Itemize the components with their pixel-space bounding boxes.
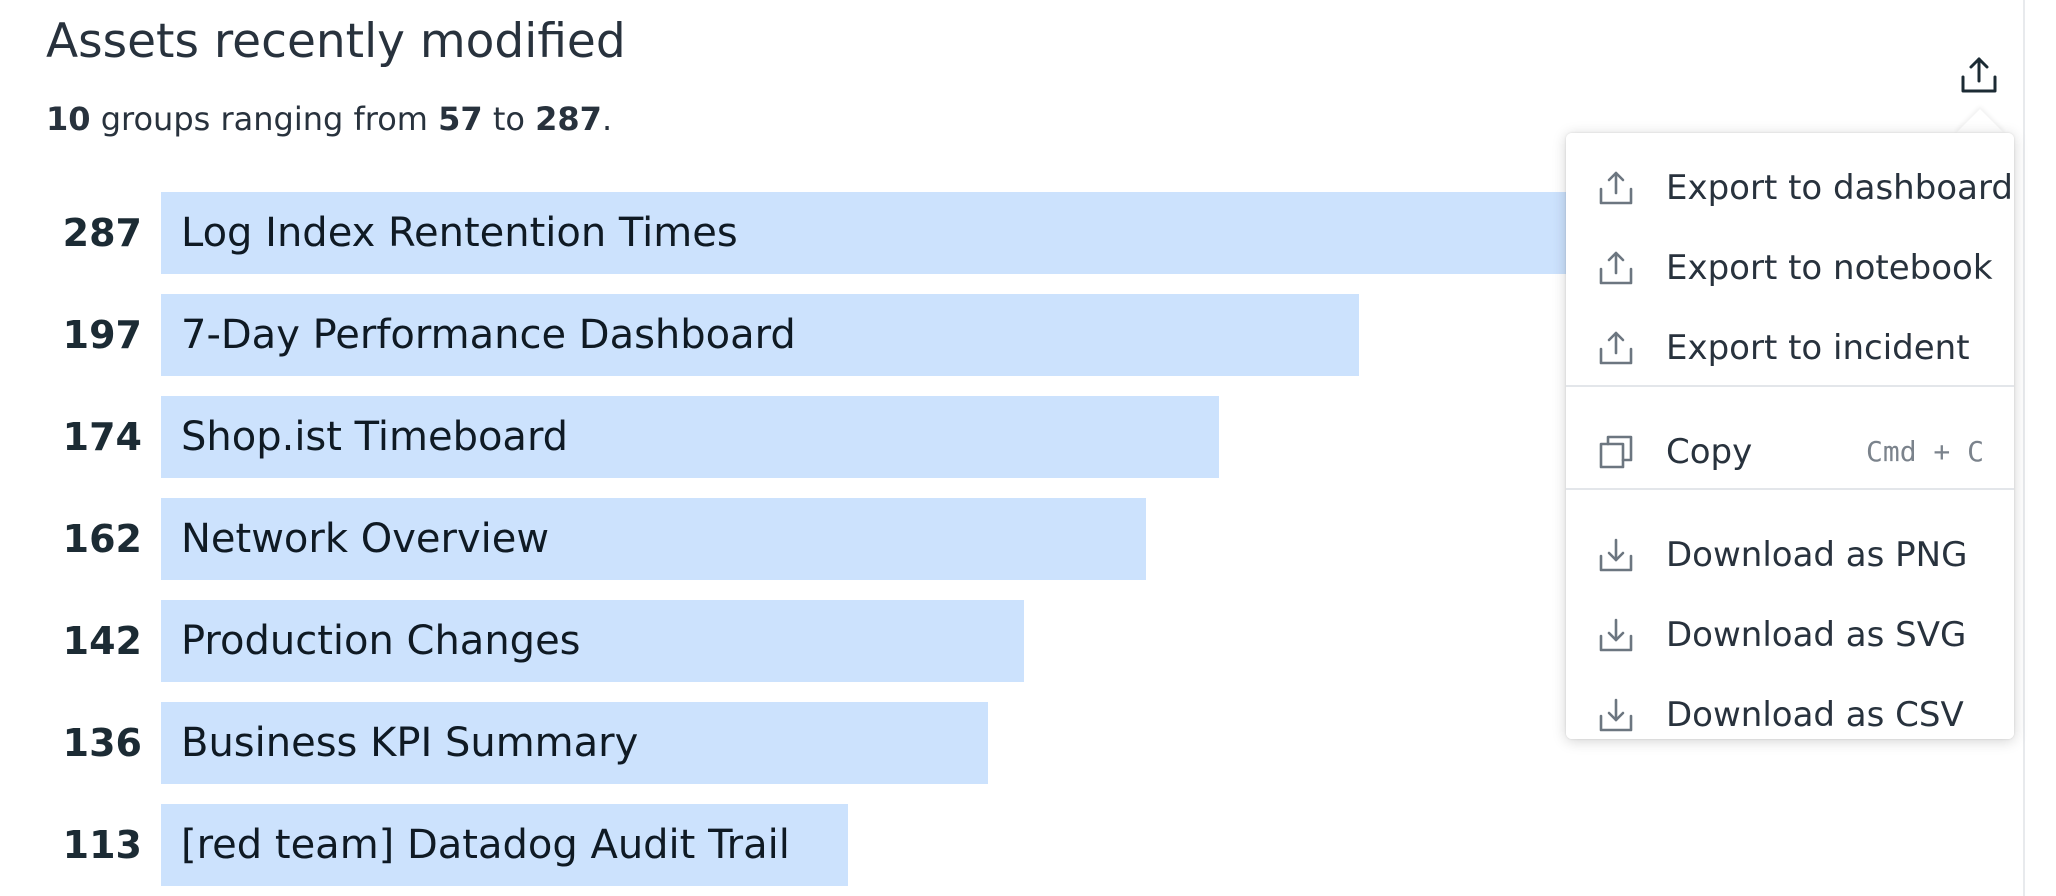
export-menu-list: Export to dashboard Export to notebook Exp…: [1566, 133, 2014, 739]
export-icon: [1599, 251, 1633, 285]
menu-item-download-as-png[interactable]: Download as PNG: [1566, 515, 2014, 595]
widget-title: Assets recently modified: [46, 14, 626, 69]
menu-item-copy[interactable]: Copy Cmd + C: [1566, 412, 2014, 492]
bar-value-label: 162: [62, 517, 142, 561]
bar-category-label: 7-Day Performance Dashboard: [181, 312, 796, 358]
summary-min: 57: [438, 100, 483, 138]
bar-value-label: 174: [62, 415, 142, 459]
download-icon: [1599, 698, 1633, 732]
summary-text-end: .: [601, 100, 613, 138]
menu-item-shortcut: Cmd + C: [1865, 435, 1984, 468]
bar-value-label: 136: [62, 721, 142, 765]
bar-category-label: Production Changes: [181, 618, 581, 664]
menu-item-label: Download as PNG: [1666, 535, 1968, 575]
export-menu: Export to dashboard Export to notebook Exp…: [1566, 133, 2014, 739]
download-icon: [1599, 538, 1633, 572]
menu-item-label: Export to notebook: [1666, 248, 1993, 288]
menu-item-download-as-svg[interactable]: Download as SVG: [1566, 595, 2014, 675]
bar-category-label: Log Index Rentention Times: [181, 210, 738, 256]
menu-item-export-to-incident[interactable]: Export to incident: [1566, 308, 2014, 388]
menu-item-export-to-dashboard[interactable]: Export to dashboard: [1566, 148, 2014, 228]
bar-category-label: Business KPI Summary: [181, 720, 639, 766]
widget-panel: Assets recently modified 10 groups rangi…: [0, 0, 2056, 896]
summary-text-to: to: [482, 100, 536, 138]
menu-item-label: Export to dashboard: [1666, 168, 2013, 208]
menu-divider: [1566, 385, 2014, 387]
bar-value-label: 197: [62, 313, 142, 357]
bar-value-label: 287: [62, 211, 142, 255]
menu-item-download-as-csv[interactable]: Download as CSV: [1566, 675, 2014, 755]
bar-value-label: 142: [62, 619, 142, 663]
export-button[interactable]: [1956, 52, 2002, 98]
bar-value-label: 113: [62, 823, 142, 867]
summary-count: 10: [46, 100, 91, 138]
widget-summary: 10 groups ranging from 57 to 287.: [46, 100, 612, 138]
export-icon: [1599, 331, 1633, 365]
download-icon: [1599, 618, 1633, 652]
menu-item-label: Export to incident: [1666, 328, 1970, 368]
menu-item-export-to-notebook[interactable]: Export to notebook: [1566, 228, 2014, 308]
export-icon: [1961, 57, 1997, 93]
menu-item-label: Download as SVG: [1666, 615, 1967, 655]
bar-category-label: Shop.ist Timeboard: [181, 414, 569, 460]
menu-item-label: Download as CSV: [1666, 695, 1964, 735]
copy-icon: [1599, 435, 1633, 469]
summary-text-groups: groups ranging from: [90, 100, 439, 138]
chart-row[interactable]: 113 [red team] Datadog Audit Trail: [0, 804, 2056, 886]
menu-divider: [1566, 488, 2014, 490]
bar-category-label: Network Overview: [181, 516, 550, 562]
bar-category-label: [red team] Datadog Audit Trail: [181, 822, 790, 868]
export-icon: [1599, 171, 1633, 205]
summary-max: 287: [535, 100, 602, 138]
menu-item-label: Copy: [1666, 432, 1753, 472]
